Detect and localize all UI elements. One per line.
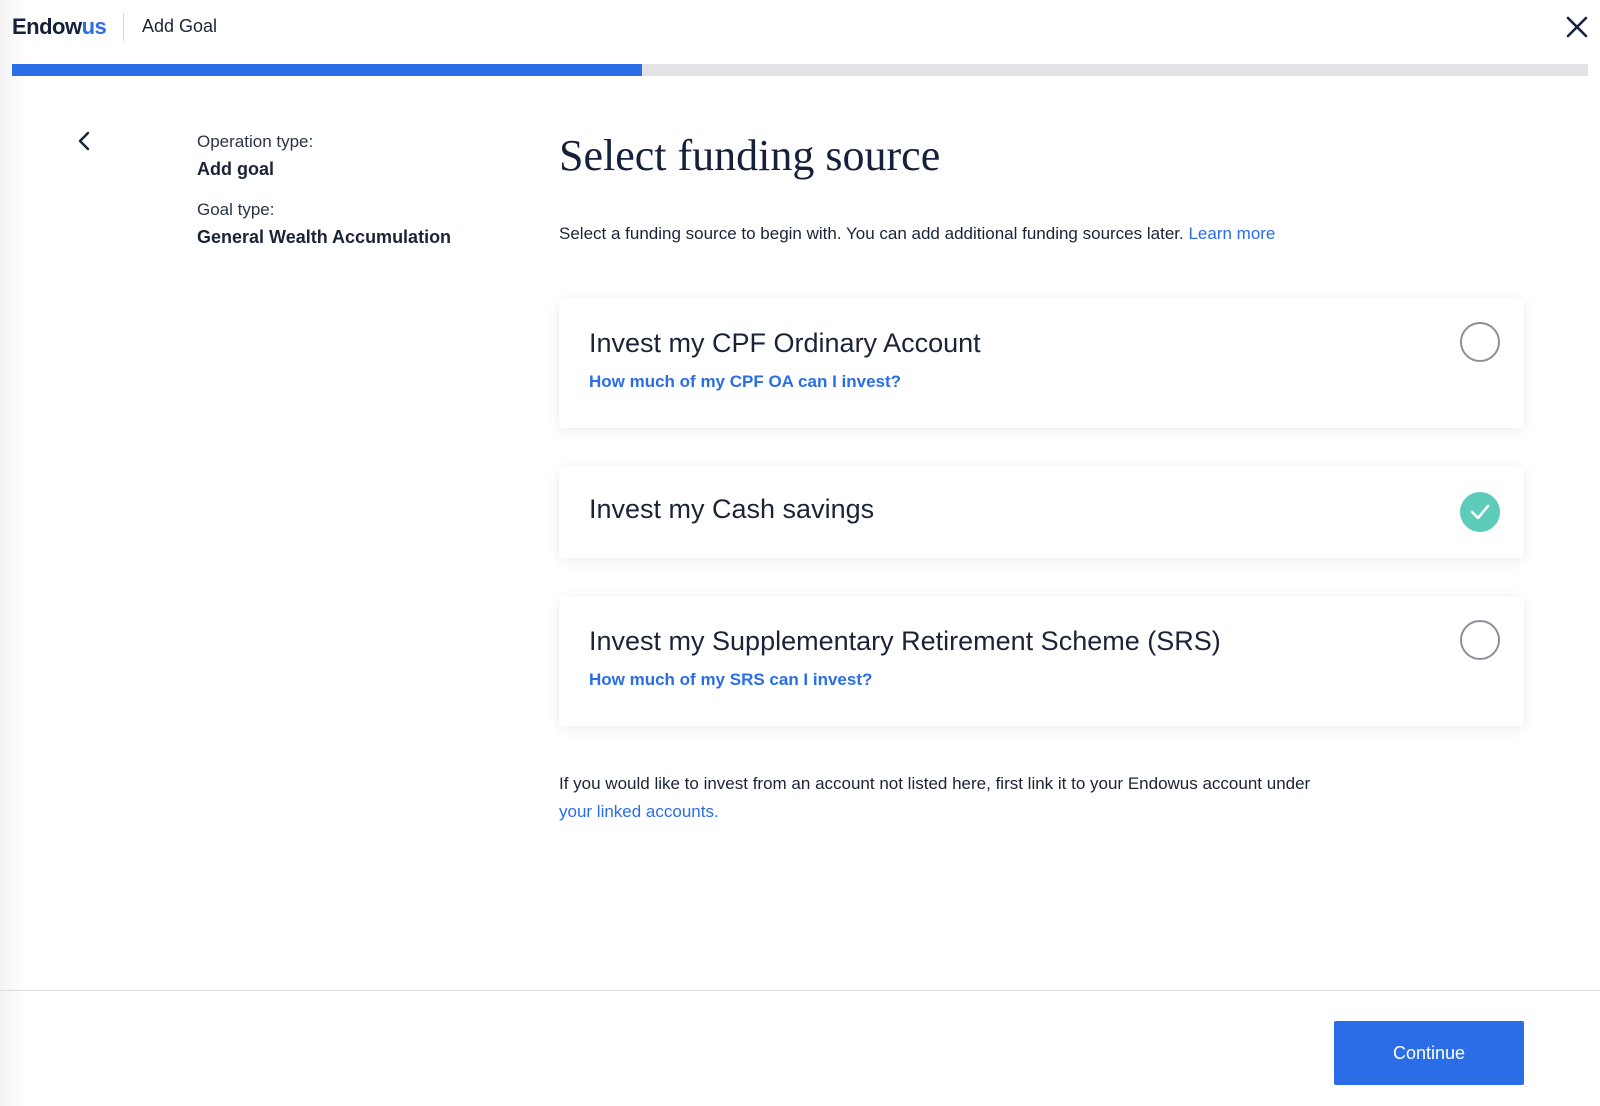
learn-more-link[interactable]: Learn more — [1188, 224, 1275, 243]
operation-type-value: Add goal — [197, 159, 274, 179]
back-button[interactable] — [72, 128, 98, 154]
header: Endowus Add Goal — [0, 0, 1600, 56]
funding-option-title: Invest my Cash savings — [589, 494, 875, 524]
page-title: Select funding source — [559, 131, 941, 180]
funding-option-title: Invest my CPF Ordinary Account — [589, 328, 981, 358]
close-button[interactable] — [1564, 14, 1590, 40]
footnote-text: If you would like to invest from an acco… — [559, 774, 1311, 793]
continue-button[interactable]: Continue — [1334, 1021, 1524, 1085]
header-divider — [123, 13, 124, 41]
funding-option-cash[interactable]: Invest my Cash savings — [559, 466, 1524, 558]
operation-type-label: Operation type: — [197, 132, 314, 151]
radio-unselected[interactable] — [1460, 620, 1500, 660]
linked-accounts-note: If you would like to invest from an acco… — [559, 770, 1419, 826]
progress-bar — [12, 64, 1588, 76]
logo-main: Endow — [12, 14, 82, 39]
goal-type-label: Goal type: — [197, 200, 275, 219]
close-icon — [1566, 16, 1588, 38]
radio-selected[interactable] — [1460, 492, 1500, 532]
footer-divider — [0, 990, 1600, 991]
intro-text: Select a funding source to begin with. Y… — [559, 224, 1459, 244]
header-title: Add Goal — [142, 16, 218, 36]
endowus-logo[interactable]: Endowus — [12, 14, 107, 40]
linked-accounts-link[interactable]: your linked accounts. — [559, 802, 719, 821]
radio-unselected[interactable] — [1460, 322, 1500, 362]
logo-accent: us — [81, 14, 107, 39]
srs-info-link[interactable]: How much of my SRS can I invest? — [589, 670, 872, 690]
funding-option-title: Invest my Supplementary Retirement Schem… — [589, 626, 1221, 656]
cpf-oa-info-link[interactable]: How much of my CPF OA can I invest? — [589, 372, 901, 392]
intro-description: Select a funding source to begin with. Y… — [559, 224, 1184, 243]
chevron-left-icon — [78, 131, 90, 151]
check-icon — [1470, 504, 1490, 520]
funding-option-cpf-oa[interactable]: Invest my CPF Ordinary Account How much … — [559, 298, 1524, 428]
progress-fill — [12, 64, 643, 76]
goal-type-value: General Wealth Accumulation — [197, 227, 452, 247]
funding-option-srs[interactable]: Invest my Supplementary Retirement Schem… — [559, 596, 1524, 726]
page: Endowus Add Goal Operation type: Add goa… — [0, 0, 1600, 1106]
